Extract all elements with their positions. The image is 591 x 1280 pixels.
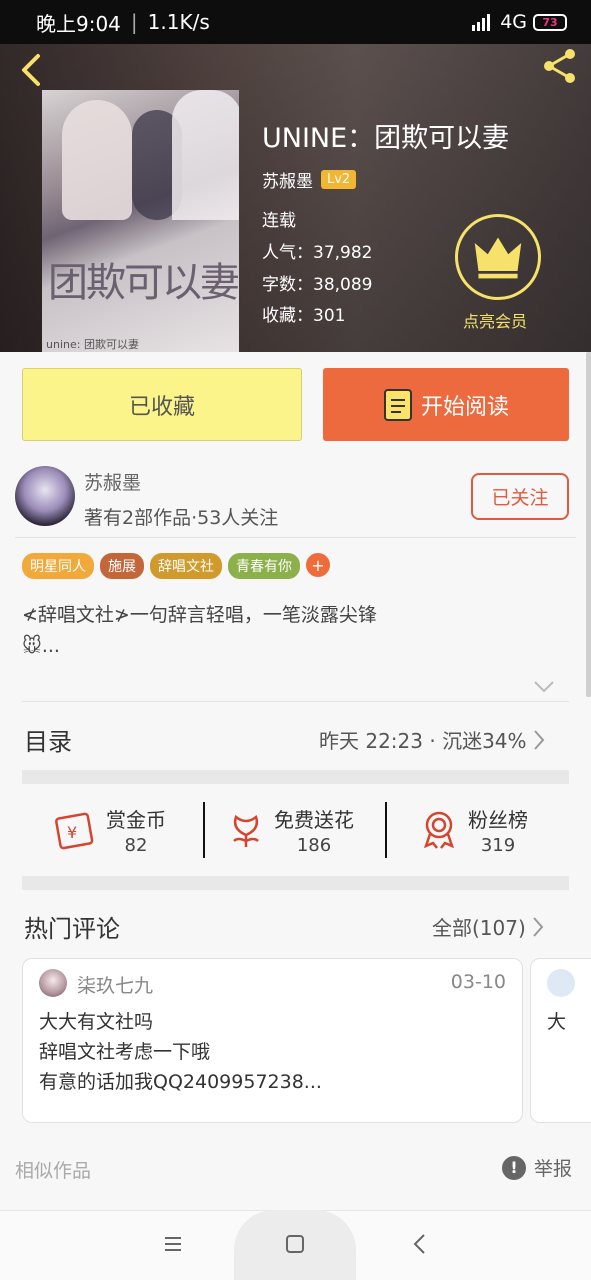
book-detail-page: 晚上9:04 | 1.1K/s 4G 73 团欺可以妻 unine: 团欺可以妻… [0,0,591,1280]
start-reading-button[interactable]: 开始阅读 [323,368,569,441]
commenter-name[interactable]: 柒玖七九 [77,971,153,998]
menu-icon[interactable] [163,1234,183,1254]
book-cover[interactable]: 团欺可以妻 unine: 团欺可以妻 [42,90,239,352]
flower-icon [233,814,259,847]
divider [22,701,569,702]
comment-body: 大大有文社吗 辞唱文社考虑一下哦 有意的话加我QQ2409957238... [39,1007,322,1097]
book-icon [383,388,412,421]
reward-value: 82 [124,835,148,856]
section-separator [22,876,569,890]
book-status: 连载 [262,211,296,231]
back-arrow-icon[interactable] [12,50,52,90]
comment-line: 有意的话加我QQ2409957238... [39,1071,322,1093]
signal-icon [472,14,491,31]
reward-flowers[interactable]: 免费送花 186 [228,800,354,860]
catalog-progress[interactable]: 昨天 22:23 · 沉迷34% [319,725,545,754]
battery-icon: 73 [533,13,567,31]
chevron-right-icon [533,916,544,937]
add-tag-button[interactable]: + [306,553,330,577]
comment-line: 大大有文社吗 [39,1011,154,1033]
chevron-right-icon [533,729,544,750]
share-icon[interactable] [540,46,580,86]
tag-item[interactable]: 辞唱文社 [150,553,222,579]
start-reading-label: 开始阅读 [420,394,509,420]
status-bar: 晚上9:04 | 1.1K/s 4G 73 [0,0,591,44]
book-author-row: 苏赧墨 Lv2 [262,167,357,192]
section-separator [22,770,569,784]
collected-button[interactable]: 已收藏 [22,368,302,441]
author-name[interactable]: 苏赧墨 [84,468,141,495]
network-type: 4G [500,11,527,33]
all-comments-link[interactable]: 全部(107) [432,912,544,941]
status-time: 晚上9:04 [36,11,121,36]
comment-line: 大 [547,1011,567,1033]
cover-figure [172,90,239,220]
medal-icon [423,811,455,849]
catalog-title[interactable]: 目录 [24,722,72,757]
follow-label: 已关注 [491,487,549,509]
coin-icon: ¥ [55,812,94,850]
status-separator: | [130,10,138,34]
comments-title: 热门评论 [24,915,120,943]
cover-title: 团欺可以妻 [48,260,239,306]
tag-list: 明星同人 施展 辞唱文社 青春有你 + [22,553,330,579]
crown-icon[interactable] [455,214,541,300]
collected-label: 已收藏 [128,394,195,420]
book-description[interactable]: ≮辞唱文社≯一句辞言轻唱，一笔淡露尖锋 🐭... [22,600,377,662]
level-badge: Lv2 [321,170,357,189]
vip-label[interactable]: 点亮会员 [463,308,527,332]
home-icon[interactable] [285,1234,305,1254]
reward-label: 赏金币 [106,808,166,832]
vertical-divider [203,802,205,858]
scrollbar[interactable] [586,352,591,697]
back-nav-icon[interactable] [410,1233,430,1255]
reward-label: 免费送花 [274,808,354,832]
reward-bar: ¥ 赏金币 82 免费送花 186 粉丝榜 319 [22,800,569,860]
comment-line: 辞唱文社考虑一下哦 [39,1041,211,1063]
description-line: 🐭... [22,635,60,657]
commenter-avatar[interactable] [39,969,67,997]
reward-fans[interactable]: 粉丝榜 319 [420,800,528,860]
author-stats: 著有2部作品·53人关注 [84,507,279,529]
status-speed: 1.1K/s [147,10,210,34]
battery-level: 73 [542,15,558,29]
report-label: 举报 [534,1158,573,1180]
comment-card[interactable]: 大 [530,958,591,1123]
book-author[interactable]: 苏赧墨 [262,167,313,192]
commenter-avatar[interactable] [547,969,575,997]
chevron-down-icon[interactable] [533,680,555,694]
similar-works-label: 相似作品 [15,1160,92,1182]
cover-figure [62,100,132,220]
status-icons: 4G 73 [472,11,567,33]
follow-button[interactable]: 已关注 [471,473,569,520]
tag-item[interactable]: 明星同人 [22,553,94,579]
reward-coins[interactable]: ¥ 赏金币 82 [54,800,166,860]
tag-item[interactable]: 施展 [100,553,144,579]
tag-item[interactable]: 青春有你 [228,553,300,579]
author-avatar[interactable] [15,466,75,526]
comment-card[interactable]: 柒玖七九 03-10 大大有文社吗 辞唱文社考虑一下哦 有意的话加我QQ2409… [22,958,523,1123]
divider [15,537,576,538]
warning-icon: ! [502,1155,526,1180]
catalog-update: 昨天 22:23 · 沉迷34% [319,729,527,753]
description-line: ≮辞唱文社≯一句辞言轻唱，一笔淡露尖锋 [22,604,377,626]
reward-label: 粉丝榜 [468,808,528,832]
book-title: UNINE：团欺可以妻 [262,123,510,154]
all-comments-label: 全部(107) [432,916,526,940]
report-button[interactable]: ! 举报 [502,1154,572,1181]
cover-subtitle: unine: 团欺可以妻 [46,338,139,351]
vertical-divider [385,802,387,858]
comment-date: 03-10 [450,971,506,993]
book-favorites: 收藏：301 [262,306,346,326]
svg-text:¥: ¥ [67,823,77,842]
book-word-count: 字数：38,089 [262,275,373,295]
reward-value: 319 [480,835,516,856]
reward-value: 186 [296,835,332,856]
book-popularity: 人气：37,982 [262,243,373,263]
